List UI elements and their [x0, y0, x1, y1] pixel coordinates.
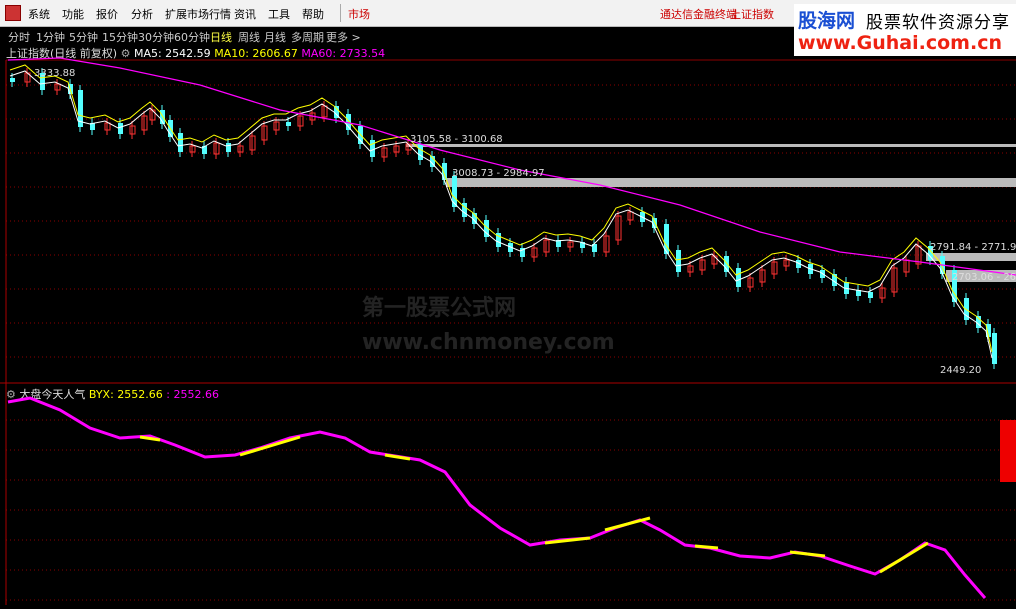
- indicator-up-segment: [789, 550, 826, 558]
- low-label: 2449.20: [940, 365, 981, 376]
- candle-down: [118, 123, 123, 134]
- candle-down: [736, 268, 741, 287]
- candle-down: [178, 133, 183, 152]
- gap3-label: 2791.84 - 2771.94: [930, 242, 1016, 253]
- gap2-label: 3008.73 - 2984.97: [452, 168, 545, 179]
- gap-bar: [926, 253, 1016, 261]
- candle-down: [10, 78, 15, 82]
- candle-down: [418, 144, 423, 160]
- indicator-bar: [1000, 420, 1016, 482]
- candle-down: [226, 143, 231, 152]
- indicator-up-segment: [384, 453, 411, 461]
- gap1-label: 3105.58 - 3100.68: [410, 134, 503, 145]
- gap4-label: 2703.06 - 2661: [952, 272, 1016, 283]
- candle-down: [992, 333, 997, 364]
- indicator-up-segment: [239, 435, 301, 457]
- candle-down: [286, 122, 291, 126]
- indicator-up-segment: [694, 544, 719, 550]
- indicator-up-segment: [604, 516, 651, 532]
- indicator-line: [7, 396, 987, 599]
- overlay-watermark-url: www.chnmoney.com: [362, 330, 615, 355]
- candle-down: [370, 140, 375, 157]
- indicator-up-segment: [879, 541, 929, 574]
- ma60-line: [7, 57, 1016, 276]
- gap-bar: [446, 178, 1016, 187]
- candle-down: [868, 292, 873, 298]
- high-label: 3333.88: [34, 68, 75, 79]
- overlay-watermark-title: 第一股票公式网: [362, 296, 517, 321]
- candle-down: [676, 250, 681, 272]
